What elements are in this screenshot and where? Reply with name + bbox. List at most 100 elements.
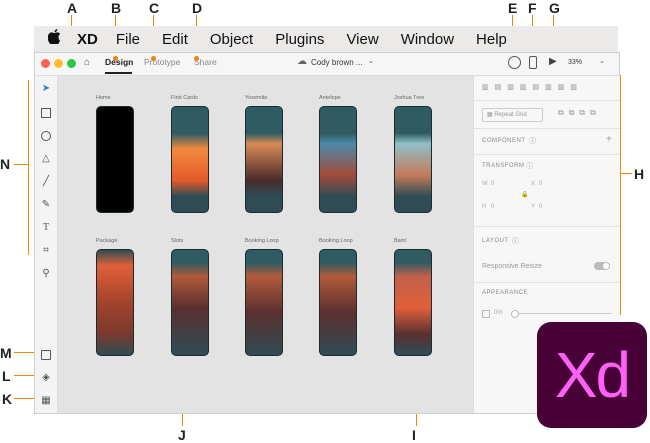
zoom-window-button[interactable] [67, 59, 76, 68]
polygon-tool-icon[interactable]: △ [39, 152, 53, 166]
design-canvas[interactable]: Home First Cards Yosemite Antelope Joshu… [58, 76, 472, 413]
artboard-label[interactable]: Yosemite [245, 95, 267, 101]
divider [474, 100, 620, 101]
leader-m [14, 352, 36, 353]
zoom-level[interactable]: 33% [568, 59, 582, 66]
artboard-label[interactable]: First Cards [171, 95, 198, 101]
artboard-tool-icon[interactable]: ⌗ [39, 244, 53, 258]
home-icon[interactable]: ⌂ [84, 57, 90, 68]
artboard-label[interactable]: Slots [171, 238, 183, 244]
boolean-ops-icons[interactable]: ⧉⧉⧉⧉ [558, 108, 601, 118]
divider [474, 128, 620, 129]
responsive-resize-toggle[interactable] [594, 262, 610, 270]
artboard-package[interactable] [96, 249, 134, 356]
height-field[interactable]: 0 [491, 204, 494, 210]
lock-aspect-icon[interactable]: 🔒 [521, 191, 528, 198]
x-field[interactable]: 0 [539, 181, 542, 187]
menu-view[interactable]: View [346, 31, 378, 48]
tab-design[interactable]: Design [105, 57, 133, 67]
pen-tool-icon[interactable]: ✎ [39, 198, 53, 212]
text-tool-icon[interactable]: T [39, 221, 53, 235]
artboard-label[interactable]: Antelope [319, 95, 341, 101]
callout-d: D [192, 0, 203, 16]
align-toolbar[interactable]: ▥▤▥▥▤▥▥▥ [482, 83, 612, 93]
tab-prototype[interactable]: Prototype [144, 57, 180, 67]
play-icon[interactable]: ▶ [549, 56, 557, 67]
component-section-title: COMPONENT [482, 138, 526, 144]
info-icon[interactable]: ⓘ [529, 136, 536, 146]
callout-m: M [0, 345, 12, 361]
tools-toolbar: ➤ △ ╱ ✎ T ⌗ ⚲ ◈ ▦ [35, 76, 58, 413]
artboard-label[interactable]: Bam! [394, 238, 407, 244]
minimize-window-button[interactable] [54, 59, 63, 68]
plugins-panel-icon[interactable]: ▦ [39, 394, 53, 408]
artboard-label[interactable]: Booking Loop [245, 238, 279, 244]
menu-edit[interactable]: Edit [162, 31, 188, 48]
info-icon[interactable]: ⓘ [512, 236, 519, 246]
divider [474, 226, 620, 227]
ellipse-tool-icon[interactable] [39, 129, 53, 143]
assets-panel-icon[interactable] [39, 348, 53, 362]
leader-k [14, 398, 36, 399]
app-menu-xd[interactable]: XD [77, 31, 98, 48]
menu-window[interactable]: Window [401, 31, 454, 48]
close-window-button[interactable] [41, 59, 50, 68]
line-tool-icon[interactable]: ╱ [39, 175, 53, 189]
adobe-xd-logo-text: Xd [554, 339, 631, 411]
transform-section-title: TRANSFORM [482, 163, 525, 169]
leader-h-bar [620, 173, 632, 174]
artboard-slots[interactable] [171, 249, 209, 356]
callout-f: F [528, 0, 537, 16]
macos-menubar: XD File Edit Object Plugins View Window … [34, 26, 618, 52]
callout-h: H [634, 166, 645, 182]
adobe-xd-logo: Xd [537, 322, 647, 428]
layers-panel-icon[interactable]: ◈ [39, 371, 53, 385]
add-component-icon[interactable]: + [606, 134, 612, 145]
artboard-home[interactable] [96, 106, 134, 213]
zoom-chevron-icon[interactable]: ⌄ [599, 57, 605, 65]
leader-n-bar [28, 80, 29, 255]
device-preview-icon[interactable] [529, 56, 537, 69]
document-title[interactable]: Cody brown ... [311, 58, 363, 67]
callout-j: J [178, 427, 186, 443]
select-tool-icon[interactable]: ➤ [39, 82, 53, 96]
opacity-slider[interactable] [511, 310, 612, 318]
x-label: X [531, 181, 536, 187]
repeat-grid-button[interactable]: ▦ Repeat Grid [482, 108, 543, 122]
leader-dot-b [113, 56, 118, 61]
opacity-value[interactable]: 0% [494, 310, 503, 316]
artboard-label[interactable]: Package [96, 238, 117, 244]
callout-b: B [111, 0, 122, 16]
tab-design-underline [105, 72, 132, 74]
y-field[interactable]: 0 [539, 204, 542, 210]
chevron-down-icon[interactable]: ⌄ [368, 57, 374, 65]
artboard-booking-loop-2[interactable] [319, 249, 357, 356]
leader-dot-c [151, 56, 156, 61]
apple-icon[interactable] [47, 29, 61, 49]
leader-l [14, 375, 36, 376]
artboard-label[interactable]: Joshua Tree [394, 95, 424, 101]
menu-file[interactable]: File [116, 31, 140, 48]
artboard-antelope[interactable] [319, 106, 357, 213]
artboard-label[interactable]: Booking Loop [319, 238, 353, 244]
artboard-bam[interactable] [394, 249, 432, 356]
artboard-yosemite[interactable] [245, 106, 283, 213]
zoom-tool-icon[interactable]: ⚲ [39, 267, 53, 281]
menu-help[interactable]: Help [476, 31, 507, 48]
layout-section-title: LAYOUT [482, 238, 509, 244]
artboard-booking-loop-1[interactable] [245, 249, 283, 356]
info-icon[interactable]: ⓘ [526, 161, 533, 171]
callout-i: I [412, 427, 416, 443]
repeat-grid-label: Repeat Grid [494, 112, 527, 118]
callout-e: E [508, 0, 518, 16]
menu-plugins[interactable]: Plugins [275, 31, 324, 48]
menu-object[interactable]: Object [210, 31, 253, 48]
callout-a: A [67, 0, 78, 16]
rectangle-tool-icon[interactable] [39, 106, 53, 120]
artboard-joshua-tree[interactable] [394, 106, 432, 213]
callout-n: N [0, 156, 11, 172]
artboard-label[interactable]: Home [96, 95, 111, 101]
user-icon[interactable] [508, 56, 521, 69]
width-field[interactable]: 0 [491, 181, 494, 187]
artboard-first-cards[interactable] [171, 106, 209, 213]
